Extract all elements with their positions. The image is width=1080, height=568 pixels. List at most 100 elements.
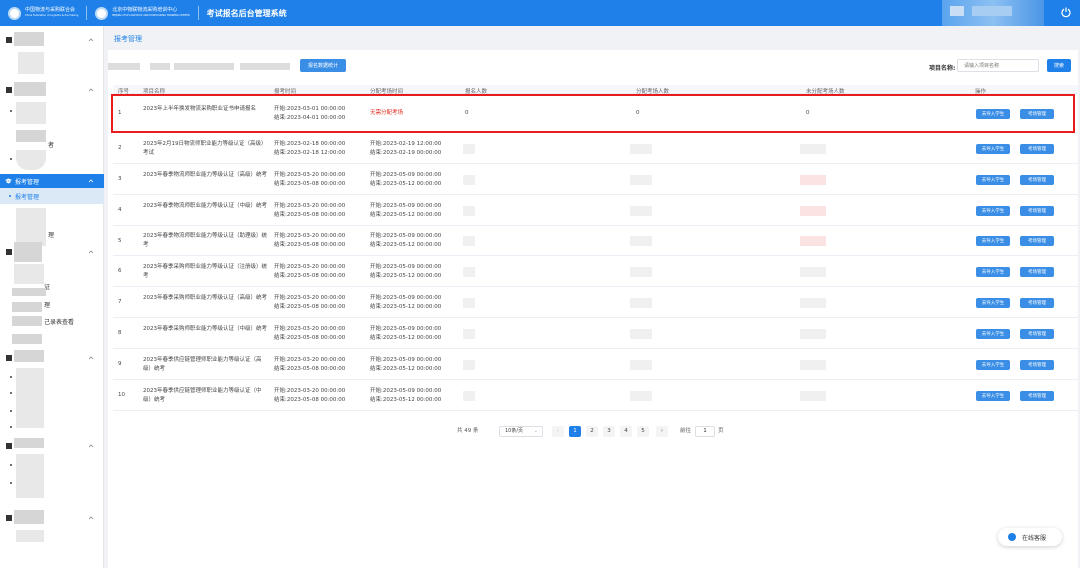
alloc-end-time: 结束:2023-05-12 00:00:00 <box>370 396 442 403</box>
user-info-area[interactable] <box>942 0 1044 26</box>
import-students-button[interactable]: 去导入学生 <box>976 390 1010 401</box>
exam-room-management-button[interactable]: 考场管理 <box>1020 205 1054 216</box>
reg-end-time: 结束:2023-05-08 00:00:00 <box>274 272 346 279</box>
alloc-start-time: 开始:2023-05-09 00:00:00 <box>370 356 442 363</box>
redacted-value <box>630 143 652 154</box>
page-button-3[interactable]: 3 <box>603 426 615 437</box>
exam-room-management-button[interactable]: 考场管理 <box>1020 297 1054 308</box>
reg-end-time: 结束:2023-05-08 00:00:00 <box>274 334 346 341</box>
row-number: 8 <box>118 330 122 336</box>
sidebar-item-label[interactable]: 理 <box>44 300 50 309</box>
search-button[interactable]: 搜索 <box>1047 59 1071 72</box>
page-size-value: 10条/页 <box>505 428 524 434</box>
project-name: 2023年春季物流师职业能力等级认证（中级）统考 <box>143 202 267 209</box>
menu-icon <box>6 515 12 521</box>
reg-end-time: 结束:2023-05-08 00:00:00 <box>274 211 346 218</box>
redacted-value <box>630 174 652 185</box>
project-name-search-input[interactable] <box>957 59 1039 72</box>
import-students-button[interactable]: 去导入学生 <box>976 236 1010 246</box>
project-name: 2023年2月19日物流师职业能力等级认证（高级）考试 <box>143 140 267 156</box>
reg-start-time: 开始:2023-03-20 00:00:00 <box>274 202 346 209</box>
alloc-start-time: 开始:2023-05-09 00:00:00 <box>370 233 442 239</box>
alloc-end-time: 结束:2023-05-12 00:00:00 <box>370 303 442 310</box>
online-service-button[interactable]: 在线客服 <box>998 528 1062 546</box>
chevron-down-icon: ⌄ <box>533 428 538 434</box>
reg-end-time: 结束:2023-05-08 00:00:00 <box>274 242 346 248</box>
redacted-value <box>800 236 826 246</box>
logout-power-icon[interactable] <box>1060 6 1072 18</box>
redacted-value <box>800 390 826 401</box>
system-title: 考试报名后台管理系统 <box>206 8 287 18</box>
sidebar-item-label[interactable]: 理 <box>48 230 54 239</box>
header-divider <box>86 6 88 20</box>
chat-icon <box>1008 533 1016 541</box>
chevron-up-icon <box>88 88 94 92</box>
exam-room-management-button[interactable]: 考场管理 <box>1020 328 1054 339</box>
sidebar: 者 报考管理 报考管理 理 证 理 己录表查看 <box>0 26 104 568</box>
submenu-label: 报考管理 <box>15 194 40 201</box>
page-button-1[interactable]: 1 <box>569 426 581 437</box>
project-name: 2023年春季物流师职业能力等级认证（高级）统考 <box>143 171 267 178</box>
import-students-button[interactable]: 去导入学生 <box>976 359 1010 370</box>
prev-page-button[interactable]: ‹ <box>552 426 564 437</box>
import-students-button[interactable]: 去导入学生 <box>976 266 1010 277</box>
exam-room-management-button[interactable]: 考场管理 <box>1020 266 1054 277</box>
exam-room-management-button[interactable]: 考场管理 <box>1020 143 1054 154</box>
row-number: 6 <box>118 268 122 274</box>
sidebar-subitem-exam-management[interactable]: 报考管理 <box>0 188 104 204</box>
alloc-end-time: 结束:2023-02-19 00:00:00 <box>370 149 442 156</box>
alloc-start-time: 开始:2023-05-09 00:00:00 <box>370 263 442 270</box>
reg-end-time: 结束:2023-02-18 12:00:00 <box>274 149 346 156</box>
redacted-value <box>630 359 652 370</box>
menu-label: 报考管理 <box>15 179 40 186</box>
redacted-value <box>630 390 652 401</box>
reg-start-time: 开始:2023-03-20 00:00:00 <box>274 233 346 239</box>
import-students-button[interactable]: 去导入学生 <box>976 174 1010 185</box>
redacted-value <box>800 174 826 185</box>
sidebar-item-exam-management[interactable]: 报考管理 <box>0 174 104 188</box>
table-row <box>113 318 1078 349</box>
search-label: 项目名称: <box>929 65 956 72</box>
reg-start-time: 开始:2023-03-20 00:00:00 <box>274 263 346 270</box>
redacted-value <box>463 205 475 216</box>
import-students-button[interactable]: 去导入学生 <box>976 297 1010 308</box>
sidebar-item-label[interactable]: 者 <box>48 140 54 149</box>
reg-start-time: 开始:2023-03-20 00:00:00 <box>274 294 346 301</box>
org-logo-2: 北京中物联物流采购培训中心 BEIJING CFLP LOGISTICS AND… <box>95 0 190 26</box>
page-button-4[interactable]: 4 <box>620 426 632 437</box>
redacted-value <box>463 297 475 308</box>
page-size-select[interactable]: 10条/页 ⌄ <box>499 426 543 437</box>
alloc-end-time: 结束:2023-05-12 00:00:00 <box>370 334 442 341</box>
reg-start-time: 开始:2023-03-20 00:00:00 <box>274 325 346 332</box>
project-name: 2023年春季供应链管理师职业能力等级认证（高级）统考 <box>143 356 262 372</box>
redacted-value <box>630 297 652 308</box>
import-students-button[interactable]: 去导入学生 <box>976 205 1010 216</box>
row-number: 7 <box>118 299 122 305</box>
sidebar-item-label[interactable]: 己录表查看 <box>44 317 74 326</box>
import-students-button[interactable]: 去导入学生 <box>976 328 1010 339</box>
table-row <box>113 195 1078 226</box>
goto-page-input[interactable]: 1 <box>695 426 715 437</box>
page-button-2[interactable]: 2 <box>586 426 598 437</box>
chevron-up-icon <box>88 38 94 42</box>
exam-room-management-button[interactable]: 考场管理 <box>1020 359 1054 370</box>
org2-en-name: BEIJING CFLP LOGISTICS AND PURCHASING TR… <box>112 14 190 17</box>
statistics-button[interactable]: 报名数据统计 <box>300 59 346 72</box>
exam-room-management-button[interactable]: 考场管理 <box>1020 174 1054 185</box>
reg-start-time: 开始:2023-03-20 00:00:00 <box>274 387 346 394</box>
project-name: 2023年春季物流师职业能力等级认证（助理级）统考 <box>143 233 267 248</box>
org1-en-name: China Federation of Logistics & Purchasi… <box>25 14 79 17</box>
reg-start-time: 开始:2023-02-18 00:00:00 <box>274 140 346 147</box>
page-button-5[interactable]: 5 <box>637 426 649 437</box>
exam-room-management-button[interactable]: 考场管理 <box>1020 236 1054 246</box>
next-page-button[interactable]: › <box>656 426 668 437</box>
exam-room-management-button[interactable]: 考场管理 <box>1020 390 1054 401</box>
reg-end-time: 结束:2023-05-08 00:00:00 <box>274 180 346 187</box>
import-students-button[interactable]: 去导入学生 <box>976 143 1010 154</box>
table-row <box>113 164 1078 195</box>
redacted-value <box>630 236 652 246</box>
alloc-end-time: 结束:2023-05-12 00:00:00 <box>370 365 442 372</box>
menu-icon <box>6 249 12 255</box>
table-header <box>113 85 1078 94</box>
redacted-value <box>463 236 475 246</box>
